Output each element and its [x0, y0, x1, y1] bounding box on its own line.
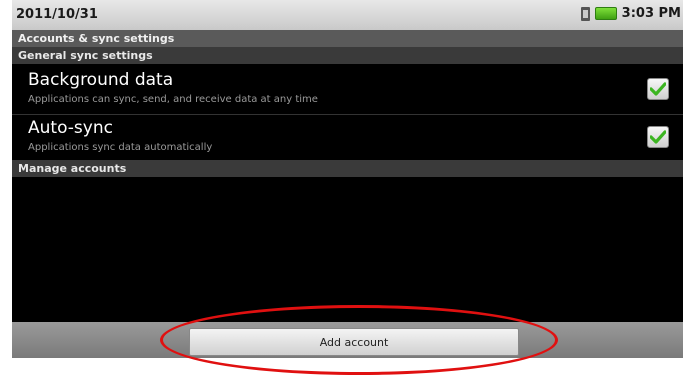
android-screen: 2011/10/31 3:03 PM Accounts & sync setti…: [12, 0, 683, 358]
section-header-general: General sync settings: [12, 47, 683, 64]
preference-title: Background data: [28, 70, 174, 90]
preference-title: Auto-sync: [28, 118, 113, 138]
status-bar: 2011/10/31 3:03 PM: [12, 0, 683, 30]
background-data-preference[interactable]: Background data Applications can sync, s…: [12, 64, 683, 114]
background-data-checkbox[interactable]: [647, 78, 669, 100]
preference-summary: Applications can sync, send, and receive…: [28, 94, 318, 105]
status-date: 2011/10/31: [16, 7, 98, 22]
checkmark-icon: [650, 130, 666, 144]
sim-card-icon: [580, 6, 590, 21]
auto-sync-checkbox[interactable]: [647, 126, 669, 148]
checkmark-icon: [650, 82, 666, 96]
status-time: 3:03 PM: [621, 6, 681, 21]
preference-summary: Applications sync data automatically: [28, 142, 213, 153]
section-header-manage-accounts: Manage accounts: [12, 160, 683, 177]
auto-sync-preference[interactable]: Auto-sync Applications sync data automat…: [12, 112, 683, 162]
page-title: Accounts & sync settings: [12, 30, 683, 47]
battery-icon: [594, 7, 617, 20]
add-account-button[interactable]: Add account: [189, 328, 519, 356]
bottom-bar: Add account: [12, 322, 683, 358]
status-indicators: 3:03 PM: [580, 6, 681, 21]
